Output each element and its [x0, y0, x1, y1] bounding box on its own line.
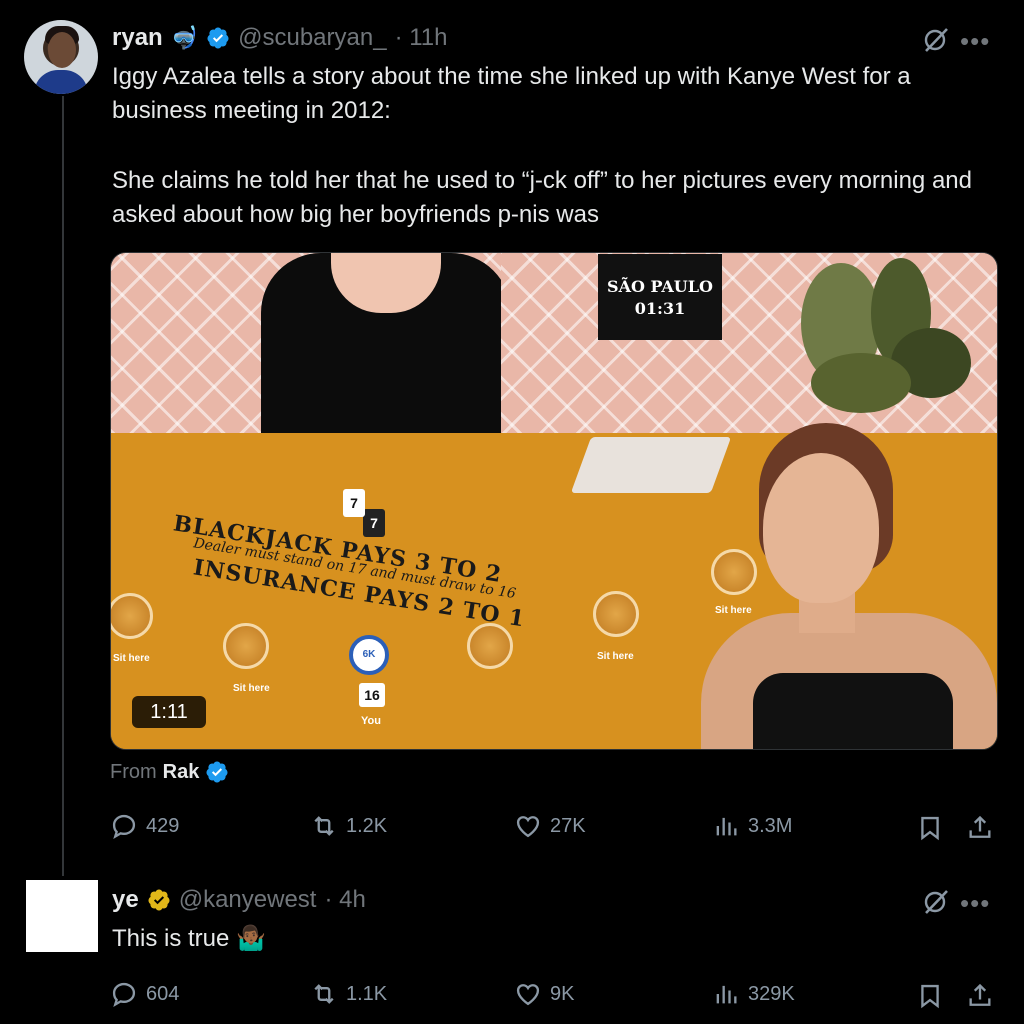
reply-button[interactable]: 604: [110, 980, 179, 1008]
bookmark-icon[interactable]: [916, 982, 944, 1010]
seat-label: Sit here: [597, 651, 634, 662]
reply-icon: [112, 814, 136, 840]
card-value: 7: [363, 509, 385, 537]
source-account[interactable]: Rak: [163, 761, 200, 784]
like-count: 27K: [550, 814, 586, 837]
views-icon: [716, 817, 737, 836]
tweet-text-paragraph-1: Iggy Azalea tells a story about the time…: [112, 63, 918, 124]
thread-connector-line: [62, 96, 64, 876]
repost-icon: [314, 816, 334, 836]
playing-card: 7: [343, 489, 365, 517]
seat-label: Sit here: [233, 683, 270, 694]
views-count: 3.3M: [748, 814, 793, 837]
grok-icon[interactable]: [922, 26, 950, 54]
views-button[interactable]: 329K: [712, 980, 795, 1008]
reply-icon: [112, 982, 136, 1008]
share-icon[interactable]: [966, 982, 994, 1010]
tweet-header: ryan 🤿 @scubaryan_ · 11h: [112, 24, 447, 52]
tweet-header: ye @kanyewest · 4h: [112, 886, 366, 914]
like-count: 9K: [550, 982, 575, 1005]
seat-icon: [467, 623, 513, 669]
views-button[interactable]: 3.3M: [712, 812, 792, 840]
seat-icon: [223, 623, 269, 669]
location-name: SÃO PAULO: [607, 277, 713, 296]
post-time[interactable]: · 11h: [395, 24, 448, 52]
video-player[interactable]: BLACKJACK PAYS 3 TO 2 Dealer must stand …: [110, 252, 998, 750]
views-count: 329K: [748, 982, 795, 1005]
seat-icon: [593, 591, 639, 637]
display-name[interactable]: ye: [112, 886, 139, 914]
repost-count: 1.1K: [346, 982, 388, 1005]
chip-stack: 6K: [349, 635, 389, 675]
like-icon: [516, 816, 540, 838]
you-label: You: [361, 715, 381, 727]
user-handle[interactable]: @scubaryan_: [238, 24, 386, 52]
interview-person-image: [701, 423, 997, 749]
post-time[interactable]: · 4h: [324, 886, 365, 914]
video-duration: 1:11: [132, 696, 206, 728]
share-icon[interactable]: [966, 814, 994, 842]
seat-label: Sit here: [113, 653, 150, 664]
avatar[interactable]: [26, 880, 98, 952]
reply-count: 429: [146, 814, 180, 837]
like-button[interactable]: 27K: [514, 812, 586, 840]
tweet-action-bar: 429 1.2K 27K 3.3M: [110, 812, 1000, 852]
verified-badge-icon[interactable]: [206, 26, 230, 50]
more-icon[interactable]: •••: [960, 890, 990, 916]
media-source: From Rak: [110, 760, 229, 784]
tweet-text-paragraph-2: She claims he told her that he used to “…: [112, 167, 979, 228]
hand-total: 16: [359, 683, 385, 707]
like-icon: [516, 984, 540, 1006]
location-time: 01:31: [634, 299, 686, 318]
gold-verified-badge-icon[interactable]: [147, 888, 171, 912]
verified-badge-icon: [206, 761, 228, 783]
tweet-action-bar: 604 1.1K 9K 329K: [110, 980, 1000, 1020]
from-prefix: From: [110, 760, 157, 783]
bookmark-icon[interactable]: [916, 814, 944, 842]
display-name[interactable]: ryan: [112, 24, 163, 52]
avatar[interactable]: [24, 20, 98, 94]
plant-decoration: [801, 258, 971, 413]
tweet-text: This is true 🤷🏾‍♂️: [112, 925, 266, 952]
location-clock: SÃO PAULO 01:31: [598, 254, 722, 340]
user-handle[interactable]: @kanyewest: [179, 886, 317, 914]
grok-icon[interactable]: [922, 888, 950, 916]
reply-count: 604: [146, 982, 180, 1005]
like-button[interactable]: 9K: [514, 980, 574, 1008]
repost-button[interactable]: 1.1K: [310, 980, 387, 1008]
repost-count: 1.2K: [346, 814, 388, 837]
repost-icon: [314, 984, 334, 1004]
views-icon: [716, 985, 737, 1004]
reply-button[interactable]: 429: [110, 812, 179, 840]
repost-button[interactable]: 1.2K: [310, 812, 387, 840]
more-icon[interactable]: •••: [960, 28, 990, 54]
name-emoji: 🤿: [170, 25, 199, 50]
